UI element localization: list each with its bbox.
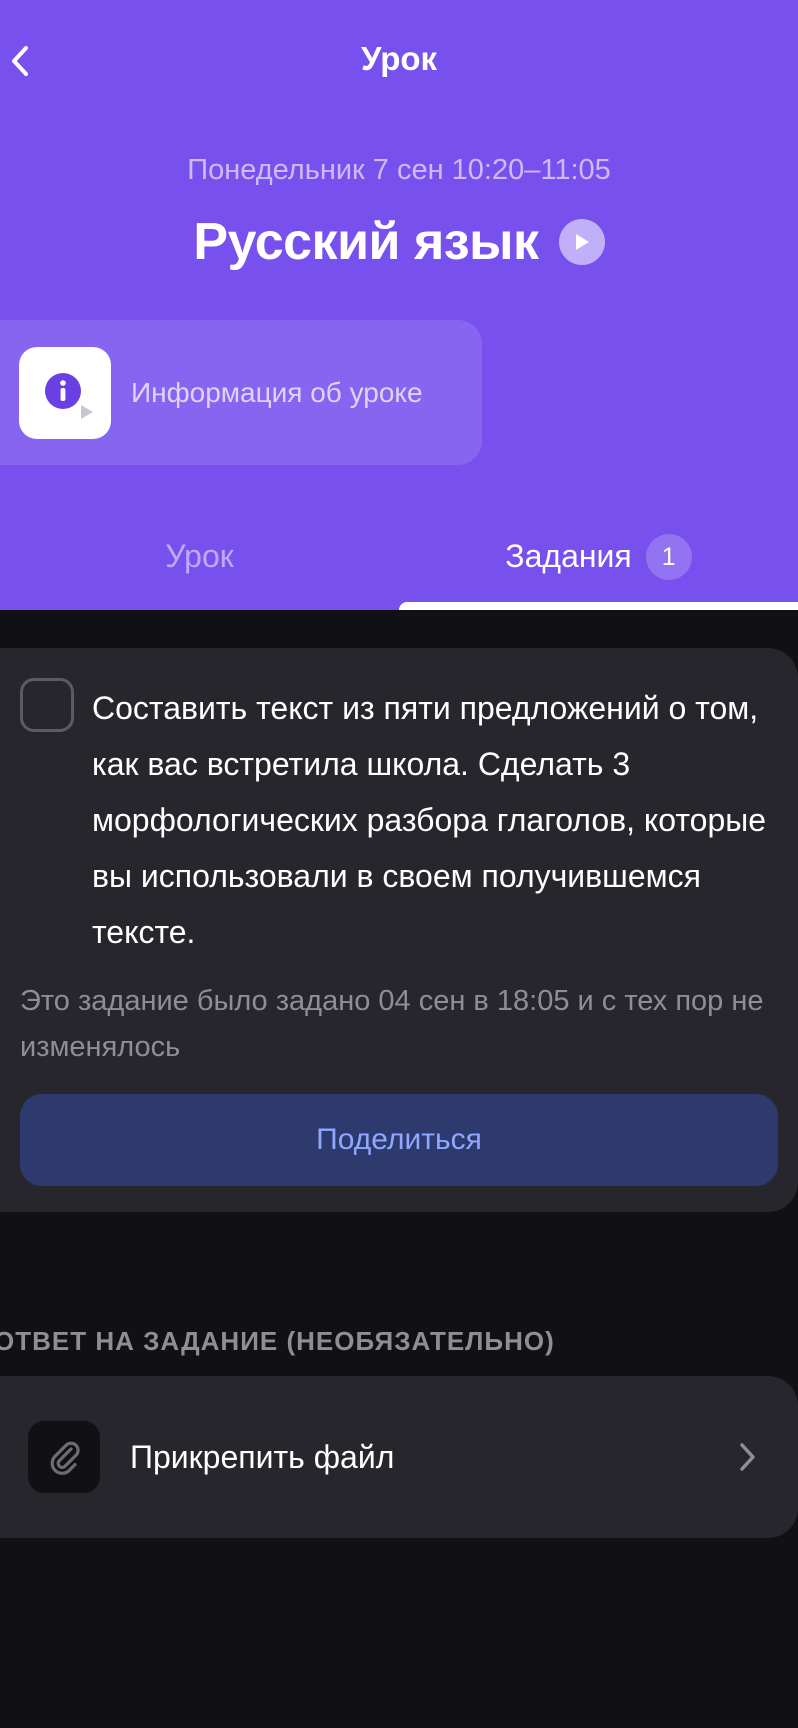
- paperclip-icon: [50, 1441, 80, 1475]
- lesson-info-label: Информация об уроке: [131, 376, 423, 408]
- tab-tasks-label: Задания: [505, 538, 632, 574]
- task-assigned-info: Это задание было задано 04 сен в 18:05 и…: [20, 985, 764, 1063]
- attach-file-row[interactable]: Прикрепить файл: [0, 1376, 798, 1538]
- page-title: Урок: [360, 40, 438, 77]
- lesson-info-card[interactable]: Информация об уроке: [0, 320, 482, 465]
- active-tab-indicator: [399, 602, 798, 610]
- subject-row: Русский язык: [0, 212, 798, 272]
- task-done-checkbox[interactable]: [20, 678, 74, 732]
- subject-title: Русский язык: [193, 213, 539, 271]
- task-text: Составить текст из пяти предложений о то…: [92, 690, 767, 950]
- paperclip-icon-box: [28, 1421, 100, 1493]
- lesson-header: Урок Понедельник 7 сен 10:20–11:05 Русск…: [0, 0, 798, 610]
- tab-tasks[interactable]: Задания 1: [399, 528, 798, 610]
- task-card: Составить текст из пяти предложений о то…: [0, 648, 798, 1212]
- play-icon: [575, 234, 589, 250]
- share-button[interactable]: Поделиться: [20, 1094, 778, 1186]
- attach-file-label: Прикрепить файл: [130, 1438, 395, 1475]
- play-button[interactable]: [558, 219, 605, 265]
- tasks-count-badge: 1: [645, 534, 692, 580]
- lesson-tabs: Урок Задания 1: [0, 528, 798, 610]
- answer-section-heading: ОТВЕТ НА ЗАДАНИЕ (НЕОБЯЗАТЕЛЬНО): [0, 1326, 555, 1356]
- lesson-time: Понедельник 7 сен 10:20–11:05: [187, 154, 611, 186]
- tab-lesson[interactable]: Урок: [0, 528, 399, 610]
- lesson-info-icon-box: [19, 346, 111, 439]
- info-icon: [45, 372, 93, 419]
- tab-lesson-label: Урок: [165, 538, 234, 574]
- chevron-right-icon: [732, 1437, 762, 1477]
